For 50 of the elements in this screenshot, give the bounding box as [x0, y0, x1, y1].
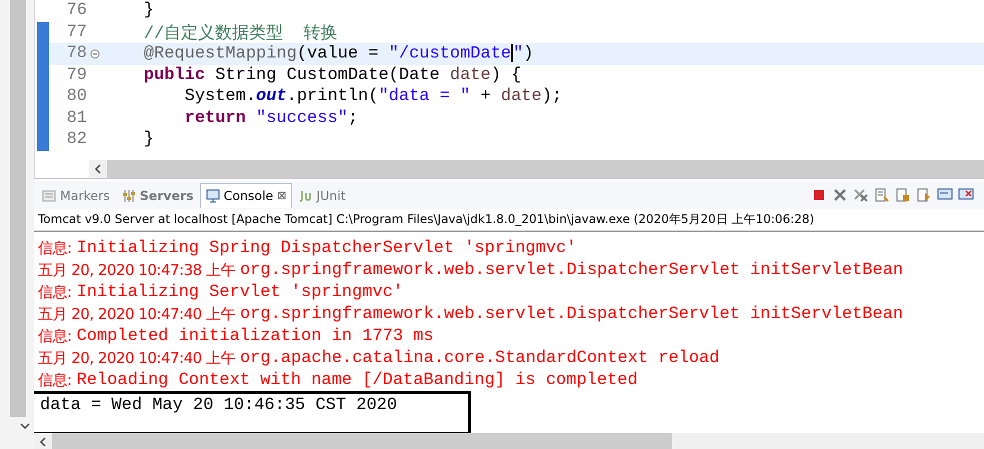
log-prefix: 信息: — [38, 370, 72, 390]
code-line: } — [142, 130, 154, 150]
code-line: } — [142, 1, 154, 20]
code-line: public String CustomDate(Date date) { — [142, 66, 522, 85]
line-number: 81 — [66, 108, 87, 128]
line-number: 82 — [66, 130, 87, 150]
collapse-icon[interactable] — [90, 48, 100, 59]
code-line: //自定义数据类型 转换 — [142, 22, 338, 44]
scroll-left-icon[interactable] — [38, 437, 48, 447]
remove-icon[interactable] — [832, 187, 848, 203]
list-icon — [42, 188, 56, 202]
log-prefix: 五月 20, 2020 10:47:40 上午 — [38, 304, 235, 324]
log-message: Initializing Servlet 'springmvc' — [76, 282, 404, 302]
log-prefix: 五月 20, 2020 10:47:38 上午 — [38, 260, 235, 280]
code-line: @RequestMapping(value = "/customDate") — [142, 44, 534, 64]
line-number: 79 — [66, 66, 87, 85]
log-prefix: 信息: — [38, 238, 72, 258]
scrollbar-thumb[interactable] — [52, 433, 672, 449]
line-number: 76 — [66, 1, 87, 20]
stop-icon[interactable] — [811, 187, 827, 203]
log-message: org.springframework.web.servlet.DispatcherServlet initServletBean — [240, 260, 904, 280]
view-tab[interactable]: JUnit — [292, 182, 352, 208]
line-number: 78 — [66, 44, 87, 64]
horizontal-scrollbar[interactable] — [89, 160, 984, 178]
scroll-left-icon[interactable] — [93, 164, 103, 174]
ju-icon — [298, 188, 312, 202]
log-message: Completed initialization in 1773 ms — [76, 326, 434, 346]
pin-icon[interactable] — [916, 187, 932, 203]
view-tab[interactable]: Console ⊠ — [200, 182, 292, 208]
line-number: 80 — [66, 87, 87, 106]
view-tab[interactable]: Servers — [116, 182, 200, 208]
log-message: org.apache.catalina.core.StandardContext reload — [240, 348, 720, 368]
chevron-icon[interactable] — [20, 421, 30, 431]
remove-all-icon[interactable] — [853, 187, 869, 203]
log-prefix: 五月 20, 2020 10:47:40 上午 — [38, 348, 235, 368]
log-message: org.springframework.web.servlet.DispatcherServlet initServletBean — [240, 304, 904, 324]
log-message: Initializing Spring DispatcherServlet 'springmvc' — [76, 238, 576, 258]
log-prefix: 信息: — [38, 326, 72, 346]
view-tab[interactable]: Markers — [36, 182, 116, 208]
code-line: return "success"; — [184, 108, 358, 128]
lock-icon[interactable] — [895, 187, 911, 203]
close-icon[interactable]: ⊠ — [277, 189, 286, 202]
log-message: Reloading Context with name [/DataBanding] is completed — [76, 370, 638, 390]
line-number: 77 — [66, 22, 87, 42]
clear-icon[interactable] — [874, 187, 890, 203]
monitor-icon — [206, 188, 220, 202]
sliders-icon — [122, 188, 136, 202]
log-prefix: 信息: — [38, 282, 72, 302]
code-line: System.out.println("data = " + date); — [184, 87, 562, 106]
log-message: data = Wed May 20 10:46:35 CST 2020 — [40, 396, 398, 414]
